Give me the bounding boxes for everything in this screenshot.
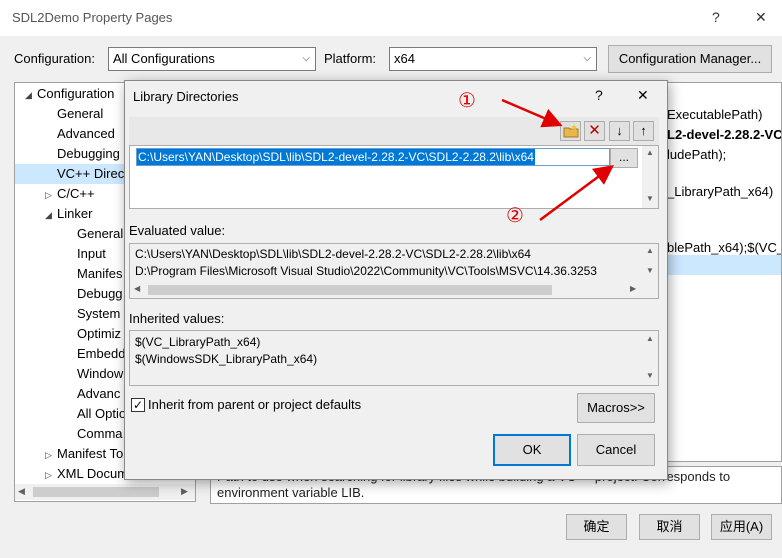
annotation-arrow-1 bbox=[501, 98, 563, 128]
annotation-arrow-2 bbox=[539, 165, 615, 222]
annotation-arrows bbox=[501, 98, 615, 222]
